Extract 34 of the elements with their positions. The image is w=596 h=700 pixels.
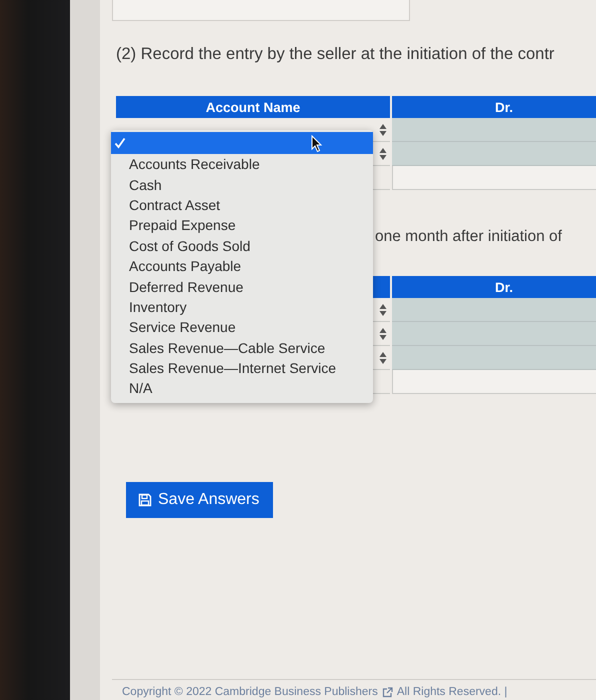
amount-field[interactable] (392, 298, 596, 322)
question-text: one month after initiation of (375, 228, 563, 246)
mouse-pointer-icon (311, 135, 323, 153)
amount-field[interactable] (392, 118, 596, 142)
dropdown-option[interactable]: N/A (111, 378, 373, 399)
select-arrows-icon[interactable] (378, 302, 388, 316)
rights-text: All Rights Reserved. | (396, 686, 508, 698)
dropdown-option[interactable]: Accounts Payable (111, 256, 373, 276)
dropdown-option[interactable]: Prepaid Expense (111, 215, 373, 236)
save-answers-button[interactable]: Save Answers (126, 482, 274, 518)
dropdown-option[interactable] (111, 132, 373, 154)
select-arrows-icon[interactable] (378, 122, 388, 136)
amount-field[interactable] (392, 346, 596, 370)
dropdown-option[interactable]: Cost of Goods Sold (111, 236, 373, 256)
external-link-icon (382, 686, 393, 698)
table-header: Account Name (116, 96, 390, 118)
dropdown-option[interactable]: Contract Asset (111, 194, 373, 216)
dropdown-option[interactable]: Accounts Receivable (111, 154, 373, 174)
checkmark-icon (114, 137, 126, 149)
table-header: Dr. (392, 276, 596, 298)
save-icon (138, 493, 152, 507)
question-text: (2) Record the entry by the seller at the initiation of the contr (116, 45, 556, 64)
select-arrows-icon[interactable] (378, 326, 388, 340)
amount-field[interactable] (392, 322, 596, 346)
dropdown-option[interactable]: Deferred Revenue (111, 276, 373, 297)
select-arrows-icon[interactable] (378, 350, 388, 364)
dropdown-option[interactable]: Sales Revenue—Internet Service (111, 358, 373, 378)
dropdown-option[interactable]: Service Revenue (111, 317, 373, 338)
table-header: Dr. (392, 96, 596, 118)
amount-field[interactable] (392, 142, 596, 166)
dropdown-option[interactable]: Sales Revenue—Cable Service (111, 338, 373, 358)
select-arrows-icon[interactable] (378, 146, 388, 160)
dropdown-option[interactable]: Cash (111, 174, 373, 195)
dropdown-option[interactable]: Inventory (111, 296, 373, 318)
